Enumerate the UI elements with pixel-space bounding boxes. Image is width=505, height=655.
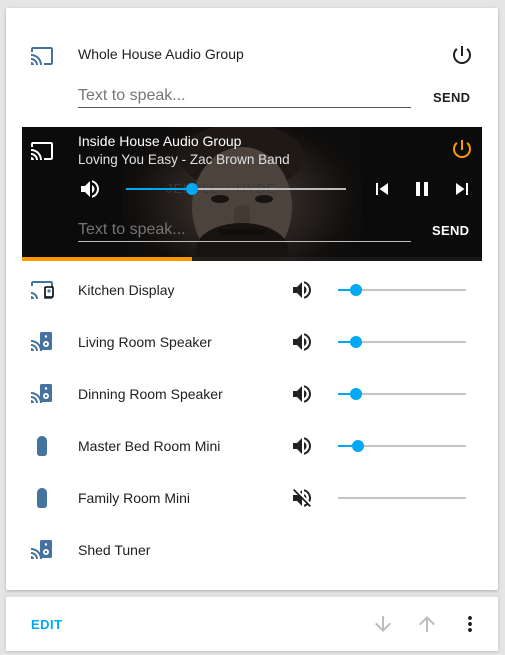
device-name: Master Bed Room Mini bbox=[78, 438, 221, 454]
device-name: Kitchen Display bbox=[78, 282, 175, 298]
device-list: Kitchen Display Living Room Speaker Dinnin… bbox=[6, 264, 498, 576]
volume-icon[interactable] bbox=[290, 382, 314, 406]
tts-input[interactable] bbox=[78, 85, 410, 107]
power-icon[interactable] bbox=[450, 137, 474, 161]
volume-mute-icon[interactable] bbox=[290, 486, 314, 510]
device-row[interactable]: Shed Tuner bbox=[6, 524, 498, 576]
volume-fill bbox=[126, 188, 192, 190]
volume-slider[interactable] bbox=[338, 491, 466, 505]
volume-icon[interactable] bbox=[290, 330, 314, 354]
volume-knob[interactable] bbox=[350, 388, 362, 400]
device-name: Shed Tuner bbox=[78, 542, 151, 558]
send-button[interactable]: SEND bbox=[432, 223, 469, 238]
volume-knob[interactable] bbox=[350, 336, 362, 348]
device-row[interactable]: Kitchen Display bbox=[6, 264, 498, 316]
more-vert-icon[interactable] bbox=[458, 612, 482, 636]
volume-slider[interactable] bbox=[338, 439, 466, 453]
device-row[interactable]: Living Room Speaker bbox=[6, 316, 498, 368]
volume-icon[interactable] bbox=[290, 434, 314, 458]
device-name: Dinning Room Speaker bbox=[78, 386, 223, 402]
tts-input[interactable] bbox=[78, 219, 410, 241]
power-icon[interactable] bbox=[450, 43, 474, 67]
cast-display-icon bbox=[30, 278, 54, 302]
device-row[interactable]: Dinning Room Speaker bbox=[6, 368, 498, 420]
device-name: Family Room Mini bbox=[78, 490, 191, 506]
volume-slider[interactable] bbox=[338, 335, 466, 349]
arrow-down-icon[interactable] bbox=[371, 612, 395, 636]
volume-track bbox=[338, 497, 466, 499]
progress-bar bbox=[22, 257, 192, 261]
card-footer: EDIT bbox=[6, 596, 498, 651]
cast-speaker-icon bbox=[30, 382, 54, 406]
google-home-mini-icon bbox=[30, 434, 54, 458]
edit-button[interactable]: EDIT bbox=[31, 617, 63, 632]
volume-slider[interactable] bbox=[338, 283, 466, 297]
volume-icon[interactable] bbox=[290, 278, 314, 302]
group-name: Whole House Audio Group bbox=[78, 46, 244, 62]
player-name: Inside House Audio Group bbox=[78, 133, 242, 149]
device-row[interactable]: Family Room Mini bbox=[6, 472, 498, 524]
cast-speaker-icon bbox=[30, 538, 54, 562]
volume-slider[interactable] bbox=[126, 182, 346, 196]
volume-icon[interactable] bbox=[78, 177, 102, 201]
active-player: JEKYLL + HYDE Inside House Audio Group L… bbox=[22, 127, 482, 261]
device-name: Living Room Speaker bbox=[78, 334, 212, 350]
now-playing: Loving You Easy - Zac Brown Band bbox=[78, 152, 290, 167]
media-player-card: Whole House Audio Group SEND JEKYLL + HY… bbox=[6, 8, 498, 590]
tts-underline bbox=[78, 107, 411, 108]
volume-knob[interactable] bbox=[350, 284, 362, 296]
cast-icon[interactable] bbox=[30, 139, 54, 163]
skip-previous-icon[interactable] bbox=[370, 177, 394, 201]
volume-knob[interactable] bbox=[352, 440, 364, 452]
pause-icon[interactable] bbox=[410, 177, 434, 201]
skip-next-icon[interactable] bbox=[450, 177, 474, 201]
tts-underline bbox=[78, 241, 411, 242]
arrow-up-icon[interactable] bbox=[415, 612, 439, 636]
cast-speaker-icon bbox=[30, 330, 54, 354]
group-whole-house: Whole House Audio Group SEND bbox=[6, 8, 498, 123]
send-button[interactable]: SEND bbox=[433, 90, 470, 105]
volume-knob[interactable] bbox=[186, 183, 198, 195]
device-row[interactable]: Master Bed Room Mini bbox=[6, 420, 498, 472]
cast-icon[interactable] bbox=[30, 44, 54, 68]
google-home-mini-icon bbox=[30, 486, 54, 510]
volume-slider[interactable] bbox=[338, 387, 466, 401]
